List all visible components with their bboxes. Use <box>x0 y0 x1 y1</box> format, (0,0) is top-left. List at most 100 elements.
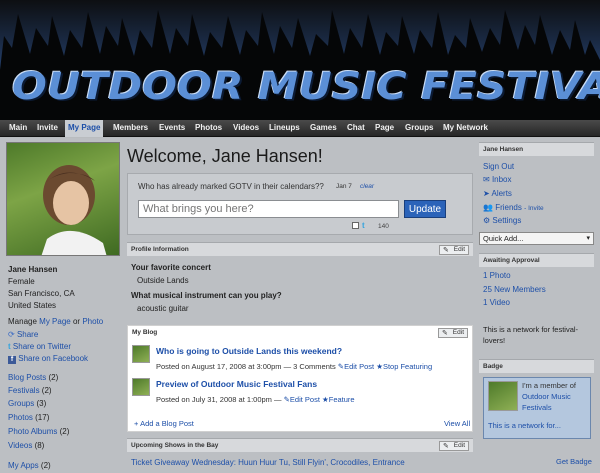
photos-label[interactable]: Photos <box>8 413 33 422</box>
nav-item-events[interactable]: Events <box>159 123 185 132</box>
nav-item-invite[interactable]: Invite <box>37 123 58 132</box>
my-apps-label[interactable]: My Apps <box>8 461 39 470</box>
profile-link-photos[interactable]: Photos (17) <box>8 413 49 422</box>
badge-avatar <box>488 381 518 411</box>
profile-info-header: Profile Information ✎ Edit <box>127 242 473 256</box>
gear-icon: ⚙ <box>483 216 491 225</box>
view-all-link[interactable]: View All <box>444 419 470 428</box>
update-button[interactable]: Update <box>404 200 446 218</box>
nav-item-members[interactable]: Members <box>113 123 148 132</box>
twitter-icon: t <box>8 342 11 351</box>
nav-item-chat[interactable]: Chat <box>347 123 365 132</box>
facebook-icon: f <box>8 356 16 364</box>
welcome-heading: Welcome, Jane Hansen! <box>127 146 323 166</box>
status-input[interactable] <box>138 200 399 218</box>
upcoming-shows-title: Upcoming Shows in the Bay <box>131 442 219 449</box>
profile-link-my-apps[interactable]: My Apps (2) <box>8 461 51 470</box>
add-blog-post-link[interactable]: + Add a Blog Post <box>134 419 194 428</box>
post-to-checkbox[interactable] <box>352 222 359 229</box>
my-blog-edit-button[interactable]: ✎ Edit <box>438 328 468 338</box>
share-facebook-label[interactable]: Share on Facebook <box>18 354 88 363</box>
awaiting-approval-header: Awaiting Approval <box>479 253 594 267</box>
blog-post-title[interactable]: Preview of Outdoor Music Festival Fans <box>156 379 317 389</box>
photo-albums-label[interactable]: Photo Albums <box>8 427 57 436</box>
festivals-label[interactable]: Festivals <box>8 386 40 395</box>
share-twitter-label[interactable]: Share on Twitter <box>13 342 71 351</box>
site-title[interactable]: OUTDOOR MUSIC FESTIVALS <box>12 64 600 108</box>
videos-label[interactable]: Videos <box>8 441 32 450</box>
nav-item-my-network[interactable]: My Network <box>443 123 488 132</box>
nav-item-page[interactable]: Page <box>375 123 394 132</box>
friends-label[interactable]: Friends <box>495 203 522 212</box>
user-box-header: Jane Hansen <box>479 142 594 156</box>
blog-post-meta: Posted on July 31, 2008 at 1:00pm — ✎Edi… <box>156 395 355 404</box>
add-blog-post-label[interactable]: Add a Blog Post <box>140 419 194 428</box>
invite-link[interactable]: - Invite <box>524 205 544 212</box>
inbox-label[interactable]: Inbox <box>492 175 512 184</box>
share-label[interactable]: Share <box>17 330 38 339</box>
blog-post-thumbnail[interactable] <box>132 345 150 363</box>
badge-title: Badge <box>483 363 503 370</box>
manage-photo-link[interactable]: Photo <box>82 317 103 326</box>
upcoming-show-item[interactable]: Ticket Giveaway Wednesday: Huun Huur Tu,… <box>131 458 405 467</box>
status-clear-link[interactable]: clear <box>360 183 374 190</box>
plus-icon: + <box>134 419 139 428</box>
groups-label[interactable]: Groups <box>8 399 34 408</box>
profile-link-groups[interactable]: Groups (3) <box>8 399 46 408</box>
manage-my-page-link[interactable]: My Page <box>39 317 71 326</box>
profile-photo-image <box>41 165 107 255</box>
profile-link-festivals[interactable]: Festivals (2) <box>8 386 52 395</box>
profile-avatar[interactable] <box>6 142 120 256</box>
quick-add-select[interactable]: Quick Add... ▾ <box>479 232 594 245</box>
edit-label: Edit <box>452 329 464 336</box>
photo-albums-count: (2) <box>59 427 70 436</box>
blog-post-date: Posted on July 31, 2008 at 1:00pm — <box>156 395 282 404</box>
alerts-label[interactable]: Alerts <box>491 189 511 198</box>
sign-out-link[interactable]: Sign Out <box>483 162 514 171</box>
share-link[interactable]: ⟳ Share <box>8 330 38 339</box>
share-icon: ⟳ <box>8 330 15 339</box>
network-description: This is a network for festival- <box>483 325 579 334</box>
settings-link[interactable]: ⚙ Settings <box>483 216 521 225</box>
photos-count: (17) <box>35 413 50 422</box>
nav-item-photos[interactable]: Photos <box>195 123 222 132</box>
profile-link-photo-albums[interactable]: Photo Albums (2) <box>8 427 69 436</box>
favorite-concert-label: Your favorite concert <box>131 263 211 272</box>
inbox-link[interactable]: ✉ Inbox <box>483 175 512 184</box>
blog-post-thumbnail[interactable] <box>132 378 150 396</box>
share-facebook-link[interactable]: f Share on Facebook <box>8 354 88 364</box>
get-badge-link[interactable]: Get Badge <box>556 457 592 466</box>
nav-item-my-page[interactable]: My Page <box>65 120 104 137</box>
nav-item-lineups[interactable]: Lineups <box>269 123 300 132</box>
quick-add-value: Quick Add... <box>483 234 524 243</box>
twitter-icon[interactable]: t <box>362 221 365 230</box>
nav-item-main[interactable]: Main <box>9 123 27 132</box>
badge-line-1: I'm a member of <box>522 381 576 390</box>
feature-link[interactable]: Feature <box>329 395 355 404</box>
nav-item-groups[interactable]: Groups <box>405 123 433 132</box>
profile-link-blog-posts[interactable]: Blog Posts (2) <box>8 373 58 382</box>
profile-info-edit-button[interactable]: ✎ Edit <box>439 245 469 255</box>
profile-link-videos[interactable]: Videos (8) <box>8 441 44 450</box>
envelope-icon: ✉ <box>483 175 490 184</box>
edit-post-link[interactable]: Edit Post <box>290 395 320 404</box>
awaiting-members-link[interactable]: 25 New Members <box>483 285 546 294</box>
share-twitter-link[interactable]: t Share on Twitter <box>8 342 71 351</box>
edit-post-link[interactable]: Edit Post <box>344 362 374 371</box>
awaiting-video-link[interactable]: 1 Video <box>483 298 510 307</box>
stop-featuring-link[interactable]: Stop Featuring <box>383 362 432 371</box>
profile-country: United States <box>8 301 57 310</box>
alerts-link[interactable]: ➤ Alerts <box>483 189 512 198</box>
awaiting-photo-link[interactable]: 1 Photo <box>483 271 511 280</box>
nav-item-videos[interactable]: Videos <box>233 123 259 132</box>
upcoming-shows-edit-button[interactable]: ✎ Edit <box>439 441 469 451</box>
nav-item-games[interactable]: Games <box>310 123 337 132</box>
status-date: Jan 7 <box>336 183 352 190</box>
blog-post-date: Posted on August 17, 2008 at 3:00pm — 3 … <box>156 362 336 371</box>
friends-link[interactable]: 👥 Friends - Invite <box>483 203 544 212</box>
settings-label[interactable]: Settings <box>492 216 521 225</box>
blog-posts-label[interactable]: Blog Posts <box>8 373 46 382</box>
profile-name: Jane Hansen <box>8 265 58 274</box>
site-header: OUTDOOR MUSIC FESTIVALS <box>0 0 600 120</box>
blog-post-title[interactable]: Who is going to Outside Lands this weeke… <box>156 346 342 356</box>
